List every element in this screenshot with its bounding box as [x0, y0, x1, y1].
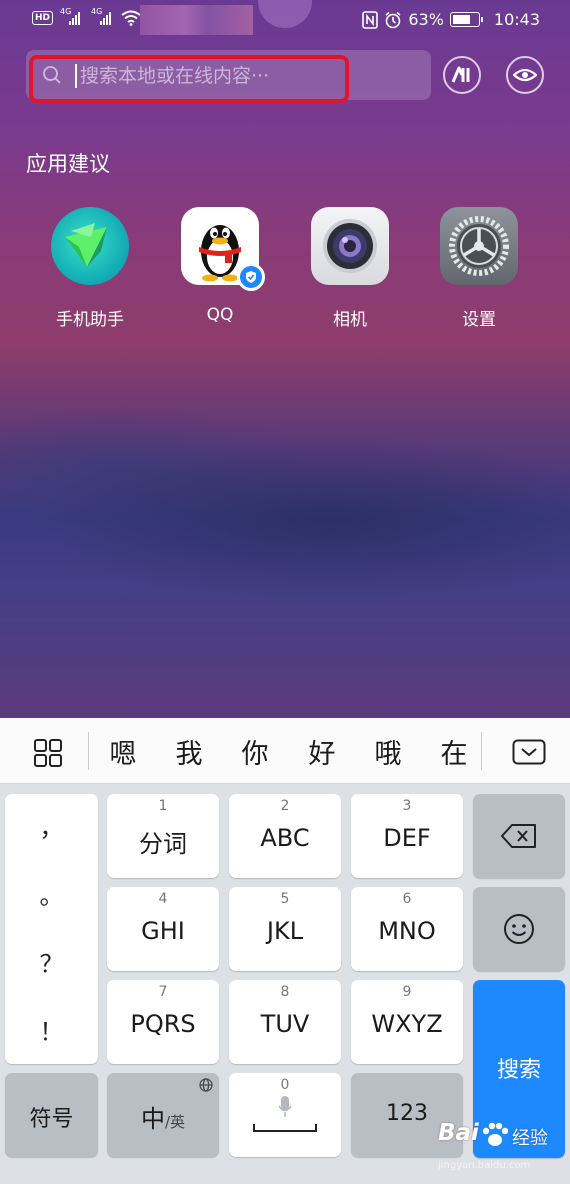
key-1[interactable]: 1 分词 [107, 794, 219, 878]
candidate-word[interactable]: 好 [302, 732, 342, 771]
key-7[interactable]: 7 PQRS [107, 980, 219, 1064]
key-2[interactable]: 2 ABC [229, 794, 341, 878]
key-5[interactable]: 5 JKL [229, 887, 341, 971]
hd-badge: HD [32, 11, 54, 25]
divider [481, 732, 482, 770]
key-4[interactable]: 4 GHI [107, 887, 219, 971]
smiley-icon [504, 914, 534, 944]
clock: 10:43 [493, 10, 540, 29]
candidate-word[interactable]: 我 [169, 732, 209, 771]
paw-icon [482, 1122, 509, 1146]
app-camera[interactable]: 相机 [290, 207, 410, 330]
baidu-watermark: Bai 经验 jingyan.baidu.com [436, 1118, 568, 1180]
key-6[interactable]: 6 MNO [351, 887, 463, 971]
camera-icon [311, 207, 389, 285]
divider [88, 732, 89, 770]
ai-lens-button[interactable] [443, 56, 481, 94]
watermark-brand: Bai [438, 1120, 479, 1146]
app-settings[interactable]: 设置 [419, 207, 539, 330]
ai-lens-icon [451, 66, 470, 83]
wifi-icon [121, 10, 141, 26]
chevron-down-icon [512, 739, 546, 765]
candidate-word[interactable]: 你 [235, 732, 275, 771]
question-key[interactable]: ？ [5, 944, 98, 979]
key-8[interactable]: 8 TUV [229, 980, 341, 1064]
backspace-icon [501, 824, 536, 848]
app-label: 手机助手 [56, 310, 124, 330]
menu-grid-button[interactable] [33, 738, 63, 768]
collapse-keyboard-button[interactable] [512, 739, 546, 765]
keyboard: ， 。 ？ ！ 1 分词 2 ABC 3 DEF 4 GHI 5 JKL 6 MNO 7 PQ… [0, 784, 570, 1184]
search-highlight-annotation [29, 55, 349, 103]
camera-cutout [258, 0, 312, 28]
microphone-icon [278, 1096, 292, 1117]
candidate-word[interactable]: 嗯 [103, 732, 143, 771]
scan-eye-button[interactable] [506, 56, 544, 94]
qq-penguin-icon [181, 207, 265, 291]
candidate-bar: 嗯 我 你 好 哦 在 [0, 718, 570, 784]
phone-assistant-icon [51, 207, 129, 285]
alarm-icon [385, 11, 401, 28]
app-label: QQ [206, 305, 234, 325]
search-action-label: 搜索 [496, 1058, 541, 1083]
nfc-icon [362, 10, 379, 29]
watermark-url: jingyan.baidu.com [438, 1160, 531, 1171]
watermark-suffix: 经验 [512, 1128, 548, 1149]
app-label: 设置 [462, 310, 496, 330]
app-qq[interactable]: QQ [160, 207, 280, 325]
battery-icon [449, 12, 483, 27]
globe-icon [199, 1078, 213, 1092]
backspace-key[interactable] [473, 794, 565, 878]
signal-icon: 4G [91, 7, 112, 25]
space-bar-icon [253, 1124, 317, 1132]
comma-key[interactable]: ， [5, 808, 98, 843]
notification-blur [140, 5, 253, 35]
symbols-key[interactable]: 符号 [5, 1073, 98, 1157]
language-switch-key[interactable]: 中/英 [107, 1073, 219, 1157]
period-key[interactable]: 。 [5, 876, 98, 911]
wallpaper [0, 0, 570, 718]
key-9[interactable]: 9 WXYZ [351, 980, 463, 1064]
settings-gear-icon [440, 207, 518, 285]
eye-icon [513, 68, 537, 82]
space-key[interactable]: 0 [229, 1073, 341, 1157]
candidate-word[interactable]: 在 [434, 732, 474, 771]
status-bar: HD 4G 4G 63% 10:43 [0, 0, 570, 40]
signal-icon: 4G [60, 7, 81, 25]
suggestions-title: 应用建议 [26, 152, 110, 176]
verified-badge-icon [237, 263, 265, 291]
battery-percent: 63% [408, 10, 444, 29]
punctuation-column[interactable]: ， 。 ？ ！ [5, 794, 98, 1064]
app-phone-assistant[interactable]: 手机助手 [30, 207, 150, 330]
key-3[interactable]: 3 DEF [351, 794, 463, 878]
exclamation-key[interactable]: ！ [5, 1012, 98, 1047]
candidate-word[interactable]: 哦 [368, 732, 408, 771]
grid-icon [34, 739, 62, 767]
app-label: 相机 [333, 310, 367, 330]
emoji-key[interactable] [473, 887, 565, 971]
